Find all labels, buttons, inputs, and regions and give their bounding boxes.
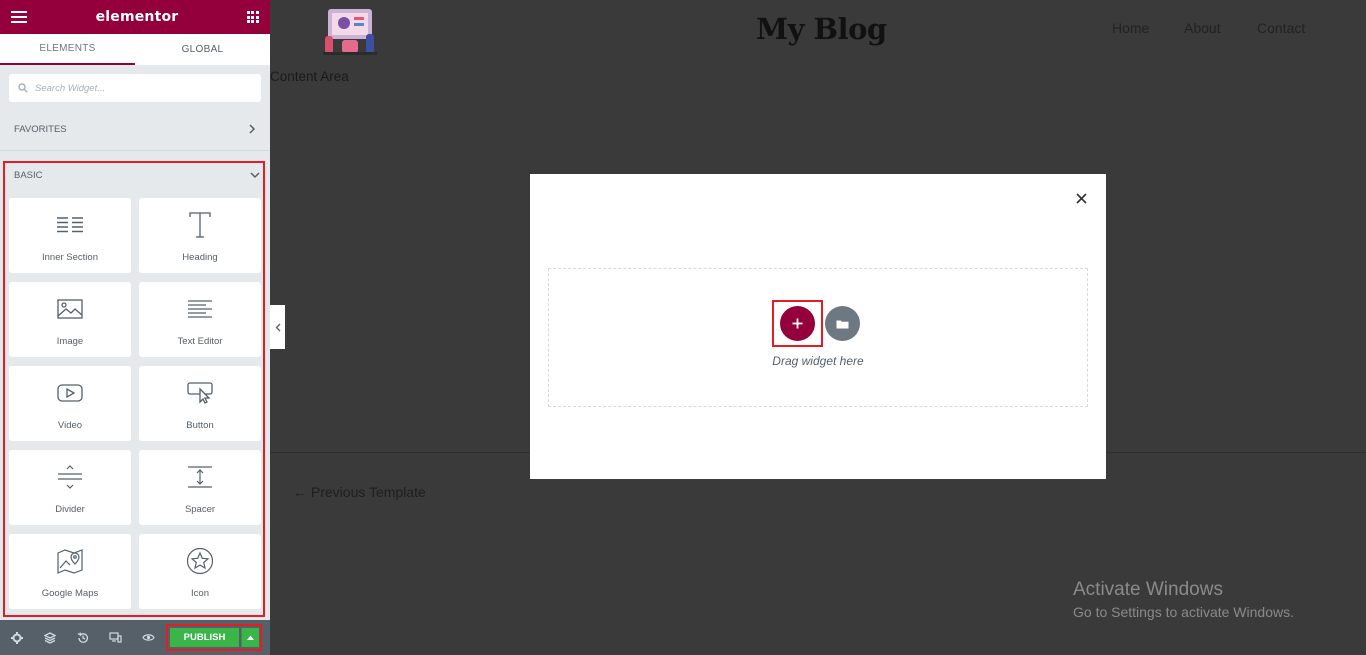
nav-link[interactable]: Contact (1257, 20, 1305, 36)
widget-divider[interactable]: Divider (9, 450, 131, 525)
hamburger-menu-icon[interactable] (11, 11, 27, 23)
search-widget-input[interactable] (35, 82, 235, 94)
add-section-button[interactable] (780, 306, 815, 341)
image-icon (57, 294, 83, 324)
panel-tabs: ELEMENTS GLOBAL (0, 34, 270, 65)
favorites-category[interactable]: FAVORITES (0, 114, 270, 144)
widget-inner-section[interactable]: Inner Section (9, 198, 131, 273)
widget-label: Icon (191, 588, 209, 599)
widget-text-editor[interactable]: Text Editor (139, 282, 261, 357)
search-icon (18, 83, 28, 93)
plus-icon (792, 318, 803, 329)
brand-logo: elementor (95, 9, 179, 25)
add-template-button[interactable] (825, 306, 860, 341)
history-icon[interactable] (66, 620, 99, 655)
heading-icon (188, 210, 212, 240)
widget-heading[interactable]: Heading (139, 198, 261, 273)
basic-label: BASIC (14, 169, 43, 181)
widget-image[interactable]: Image (9, 282, 131, 357)
widget-video[interactable]: Video (9, 366, 131, 441)
inner-section-icon (56, 210, 84, 240)
widget-label: Divider (55, 504, 85, 515)
divider-icon (57, 462, 83, 492)
tab-global[interactable]: GLOBAL (135, 34, 270, 65)
settings-icon[interactable] (0, 620, 33, 655)
previous-template-link[interactable]: ← Previous Template (293, 484, 426, 500)
chevron-right-icon (249, 124, 256, 134)
nav-link[interactable]: About (1184, 20, 1221, 36)
chevron-left-icon (275, 323, 280, 331)
nav-contact[interactable]: Contact (1257, 20, 1305, 36)
widget-icon[interactable]: Icon (139, 534, 261, 609)
widget-label: Spacer (184, 504, 216, 515)
panel-header: elementor (0, 0, 270, 34)
search-widget-box (9, 74, 261, 102)
preview-eye-icon[interactable] (132, 620, 165, 655)
caret-up-icon (247, 635, 254, 640)
widget-label: Video (57, 420, 83, 431)
windows-watermark-subtitle: Go to Settings to activate Windows. (1073, 604, 1294, 620)
publish-options-button[interactable] (241, 628, 259, 647)
widget-label: Text Editor (177, 336, 223, 347)
publish-button[interactable]: PUBLISH (170, 628, 239, 647)
tab-elements[interactable]: ELEMENTS (0, 34, 135, 65)
nav-link[interactable]: Home (1112, 20, 1149, 36)
star-icon (186, 546, 214, 576)
widget-button[interactable]: Button (139, 366, 261, 441)
widget-label: Heading (182, 252, 218, 263)
widget-label: Google Maps (41, 588, 99, 599)
widget-google-maps[interactable]: Google Maps (9, 534, 131, 609)
favorites-label: FAVORITES (14, 123, 67, 135)
collapse-panel-toggle[interactable] (270, 305, 285, 349)
site-logo (322, 6, 378, 56)
widget-spacer[interactable]: Spacer (139, 450, 261, 525)
basic-category-header[interactable]: BASIC (14, 166, 260, 184)
chevron-down-icon (250, 172, 260, 179)
responsive-icon[interactable] (99, 620, 132, 655)
button-icon (187, 378, 213, 408)
spacer-icon (187, 462, 213, 492)
site-title[interactable]: My Blog (756, 12, 887, 46)
windows-watermark-title: Activate Windows (1073, 579, 1223, 600)
basic-widgets-grid: Inner Section Heading Image Text Editor … (9, 198, 261, 609)
google-maps-icon (57, 546, 83, 576)
widget-label: Image (56, 336, 84, 347)
content-area-label: Content Area (270, 69, 349, 84)
drag-widget-hint: Drag widget here (772, 354, 864, 368)
nav-home[interactable]: Home (1112, 20, 1149, 36)
widget-label: Button (186, 420, 214, 431)
close-icon[interactable] (1074, 191, 1088, 205)
widget-label: Inner Section (42, 252, 98, 263)
navigator-layers-icon[interactable] (33, 620, 66, 655)
video-icon (57, 378, 83, 408)
nav-about[interactable]: About (1184, 20, 1221, 36)
text-editor-icon (187, 294, 213, 324)
apps-grid-icon[interactable] (246, 11, 259, 23)
category-divider (0, 150, 270, 151)
folder-icon (836, 320, 849, 328)
